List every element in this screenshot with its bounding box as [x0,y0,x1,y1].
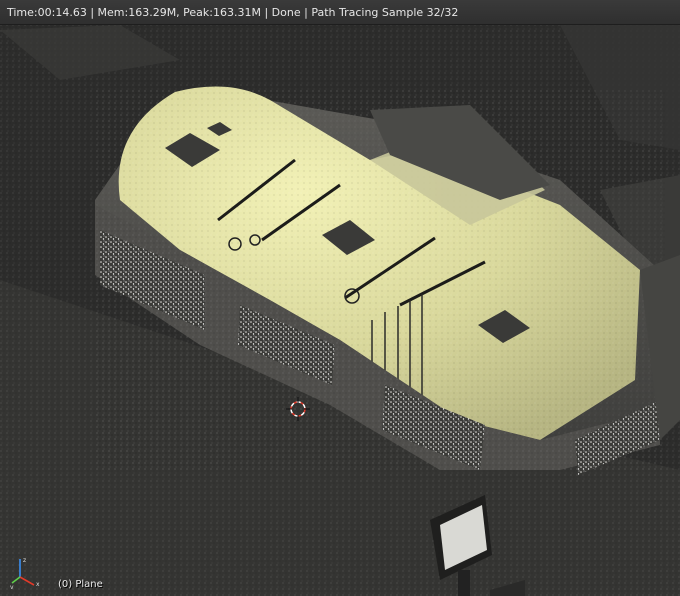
rendered-scene [0,25,680,596]
svg-text:y: y [10,584,14,589]
svg-text:x: x [36,581,40,588]
axes-gizmo-icon: z x y [10,557,40,589]
render-status-text: Time:00:14.63 | Mem:163.29M, Peak:163.31… [7,6,459,19]
svg-text:z: z [23,557,26,564]
render-viewport[interactable]: Time:00:14.63 | Mem:163.29M, Peak:163.31… [0,0,680,596]
active-object-label: (0) Plane [58,579,103,590]
render-status-bar: Time:00:14.63 | Mem:163.29M, Peak:163.31… [0,0,680,25]
